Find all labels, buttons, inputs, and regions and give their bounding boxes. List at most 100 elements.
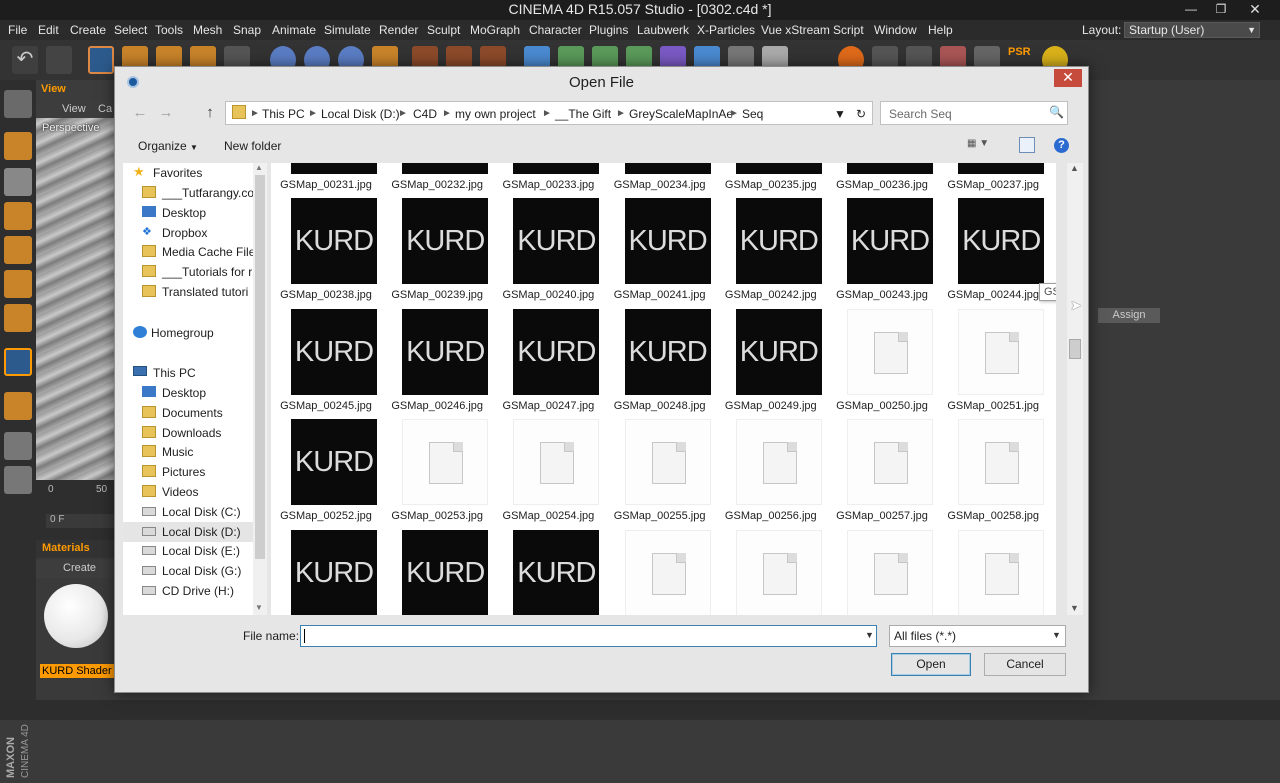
axis-mode-icon[interactable] <box>4 348 32 376</box>
file-item[interactable]: GSMap_00257.jpg <box>827 419 937 529</box>
dialog-title-bar[interactable]: Open File ✕ <box>115 67 1088 97</box>
menu-plugins[interactable]: Plugins <box>589 23 628 37</box>
layout-select[interactable]: Startup (User) ▼ <box>1124 22 1260 38</box>
nav-item-local-disk-g[interactable]: Local Disk (G:) <box>123 561 253 581</box>
file-item[interactable]: KURD GSMap_00243.jpg <box>827 198 937 308</box>
cancel-button[interactable]: Cancel <box>984 653 1066 676</box>
menu-character[interactable]: Character <box>529 23 582 37</box>
nav-item-documents[interactable]: Documents <box>123 403 253 423</box>
file-item[interactable]: GSMap_00256.jpg <box>716 419 826 529</box>
chevron-down-icon[interactable]: ▼ <box>865 630 874 640</box>
perspective-viewport[interactable]: Perspective <box>36 118 122 480</box>
nav-group-this-pc[interactable]: This PC <box>123 363 253 383</box>
breadcrumb-this-pc[interactable]: This PC <box>262 107 305 121</box>
file-item[interactable]: GSMap_00255.jpg <box>605 419 715 529</box>
workplane-icon[interactable] <box>4 202 32 230</box>
search-box[interactable]: Search Seq 🔍 <box>880 101 1068 125</box>
forward-arrow-icon[interactable]: → <box>157 104 175 122</box>
nav-item-music[interactable]: Music <box>123 442 253 462</box>
nav-item-cd-drive-h[interactable]: CD Drive (H:) <box>123 581 253 601</box>
nav-item-translated-tutori[interactable]: Translated tutori <box>123 282 253 302</box>
file-item[interactable]: GSMap_00251.jpg <box>938 308 1048 419</box>
breadcrumb-seq[interactable]: Seq <box>742 107 763 121</box>
nav-item-media-cache-file[interactable]: Media Cache File <box>123 242 253 262</box>
undo-icon[interactable]: ↶ <box>12 46 38 74</box>
breadcrumb-local-disk-d[interactable]: Local Disk (D:) <box>321 107 400 121</box>
menu-select[interactable]: Select <box>114 23 147 37</box>
breadcrumb-c4d[interactable]: C4D <box>413 107 437 121</box>
nav-item-downloads[interactable]: Downloads <box>123 423 253 443</box>
material-name[interactable]: KURD Shader <box>40 664 118 678</box>
redo-icon[interactable] <box>46 46 72 74</box>
scroll-down-icon[interactable]: ▼ <box>255 603 263 612</box>
nav-item-tutorials-for-r[interactable]: ___Tutorials for r <box>123 262 253 282</box>
nav-item-desktop[interactable]: Desktop <box>123 203 253 223</box>
polygons-mode-icon[interactable] <box>4 304 32 332</box>
menu-laubwerk[interactable]: Laubwerk <box>637 23 689 37</box>
address-bar[interactable]: ► This PC ► Local Disk (D:) ► C4D ► my o… <box>225 101 873 125</box>
navigation-scrollbar-thumb[interactable] <box>255 175 265 559</box>
file-item[interactable]: KURD GSMap_00236.jpg <box>827 163 937 198</box>
file-item[interactable]: KURD GSMap_00232.jpg <box>382 163 492 198</box>
model-mode-icon[interactable] <box>4 132 32 160</box>
file-item[interactable]: KURD GSMap_00241.jpg <box>605 198 715 308</box>
menu-render[interactable]: Render <box>379 23 418 37</box>
make-editable-icon[interactable] <box>4 90 32 118</box>
nav-item-local-disk-e[interactable]: Local Disk (E:) <box>123 541 253 561</box>
scroll-up-icon[interactable]: ▲ <box>1070 163 1079 173</box>
tweak-icon[interactable] <box>4 392 32 420</box>
points-mode-icon[interactable] <box>4 236 32 264</box>
scroll-down-icon[interactable]: ▼ <box>1070 603 1079 613</box>
menu-file[interactable]: File <box>8 23 27 37</box>
nav-group-homegroup[interactable]: Homegroup <box>123 323 253 343</box>
new-folder-button[interactable]: New folder <box>224 139 281 153</box>
file-item[interactable]: KURD <box>382 529 492 615</box>
nav-item-tutfarangy-co[interactable]: ___Tutfarangy.co <box>123 183 253 203</box>
chevron-down-icon[interactable]: ▼ <box>834 107 846 121</box>
view-tab[interactable]: View <box>36 80 122 100</box>
texture-mode-icon[interactable] <box>4 168 32 196</box>
menu-animate[interactable]: Animate <box>272 23 316 37</box>
file-list-scrollbar[interactable] <box>1067 163 1083 615</box>
breadcrumb-the-gift[interactable]: __The Gift <box>555 107 611 121</box>
menu-edit[interactable]: Edit <box>38 23 59 37</box>
file-item[interactable]: KURD GSMap_00235.jpg <box>716 163 826 198</box>
edges-mode-icon[interactable] <box>4 270 32 298</box>
workplane-lock-icon[interactable] <box>4 466 32 494</box>
materials-create-menu[interactable]: Create <box>36 560 122 578</box>
menu-mesh[interactable]: Mesh <box>193 23 222 37</box>
refresh-icon[interactable]: ↻ <box>856 107 866 121</box>
menu-simulate[interactable]: Simulate <box>324 23 371 37</box>
nav-item-local-disk-d[interactable]: Local Disk (D:) <box>123 521 253 542</box>
file-item[interactable]: KURD GSMap_00246.jpg <box>382 308 492 419</box>
file-type-select[interactable]: All files (*.*) ▼ <box>889 625 1066 647</box>
file-item[interactable]: KURD GSMap_00247.jpg <box>493 308 603 419</box>
file-item[interactable] <box>827 529 937 615</box>
file-item[interactable]: GSMap_00253.jpg <box>382 419 492 529</box>
nav-item-dropbox[interactable]: ❖ Dropbox <box>123 223 253 243</box>
file-item[interactable]: KURD GSMap_00231.jpg <box>271 163 381 198</box>
nav-item-videos[interactable]: Videos <box>123 482 253 502</box>
file-item[interactable] <box>605 529 715 615</box>
file-item[interactable]: GSMap_00250.jpg <box>827 308 937 419</box>
live-selection-icon[interactable] <box>88 46 114 74</box>
file-item[interactable]: KURD GSMap_00239.jpg <box>382 198 492 308</box>
view-menu-cameras[interactable]: Ca <box>98 103 112 115</box>
menu-tools[interactable]: Tools <box>155 23 183 37</box>
file-item[interactable]: KURD GSMap_00248.jpg <box>605 308 715 419</box>
file-name-input[interactable]: ▼ <box>300 625 877 647</box>
file-list-scrollbar-thumb[interactable] <box>1069 339 1081 359</box>
menu-x-particles[interactable]: X-Particles <box>697 23 755 37</box>
menu-help[interactable]: Help <box>928 23 953 37</box>
nav-item-local-disk-c[interactable]: Local Disk (C:) <box>123 502 253 522</box>
file-item[interactable]: KURD GSMap_00238.jpg <box>271 198 381 308</box>
maximize-icon[interactable]: ❐ <box>1206 0 1236 20</box>
file-item[interactable]: KURD <box>271 529 381 615</box>
file-item[interactable]: KURD GSMap_00237.jpg <box>938 163 1048 198</box>
dialog-close-button[interactable]: ✕ <box>1054 69 1082 87</box>
file-item[interactable] <box>938 529 1048 615</box>
file-item[interactable]: KURD GSMap_00244.jpg <box>938 198 1048 308</box>
snap-icon[interactable] <box>4 432 32 460</box>
file-item[interactable]: KURD GSMap_00249.jpg <box>716 308 826 419</box>
menu-window[interactable]: Window <box>874 23 917 37</box>
